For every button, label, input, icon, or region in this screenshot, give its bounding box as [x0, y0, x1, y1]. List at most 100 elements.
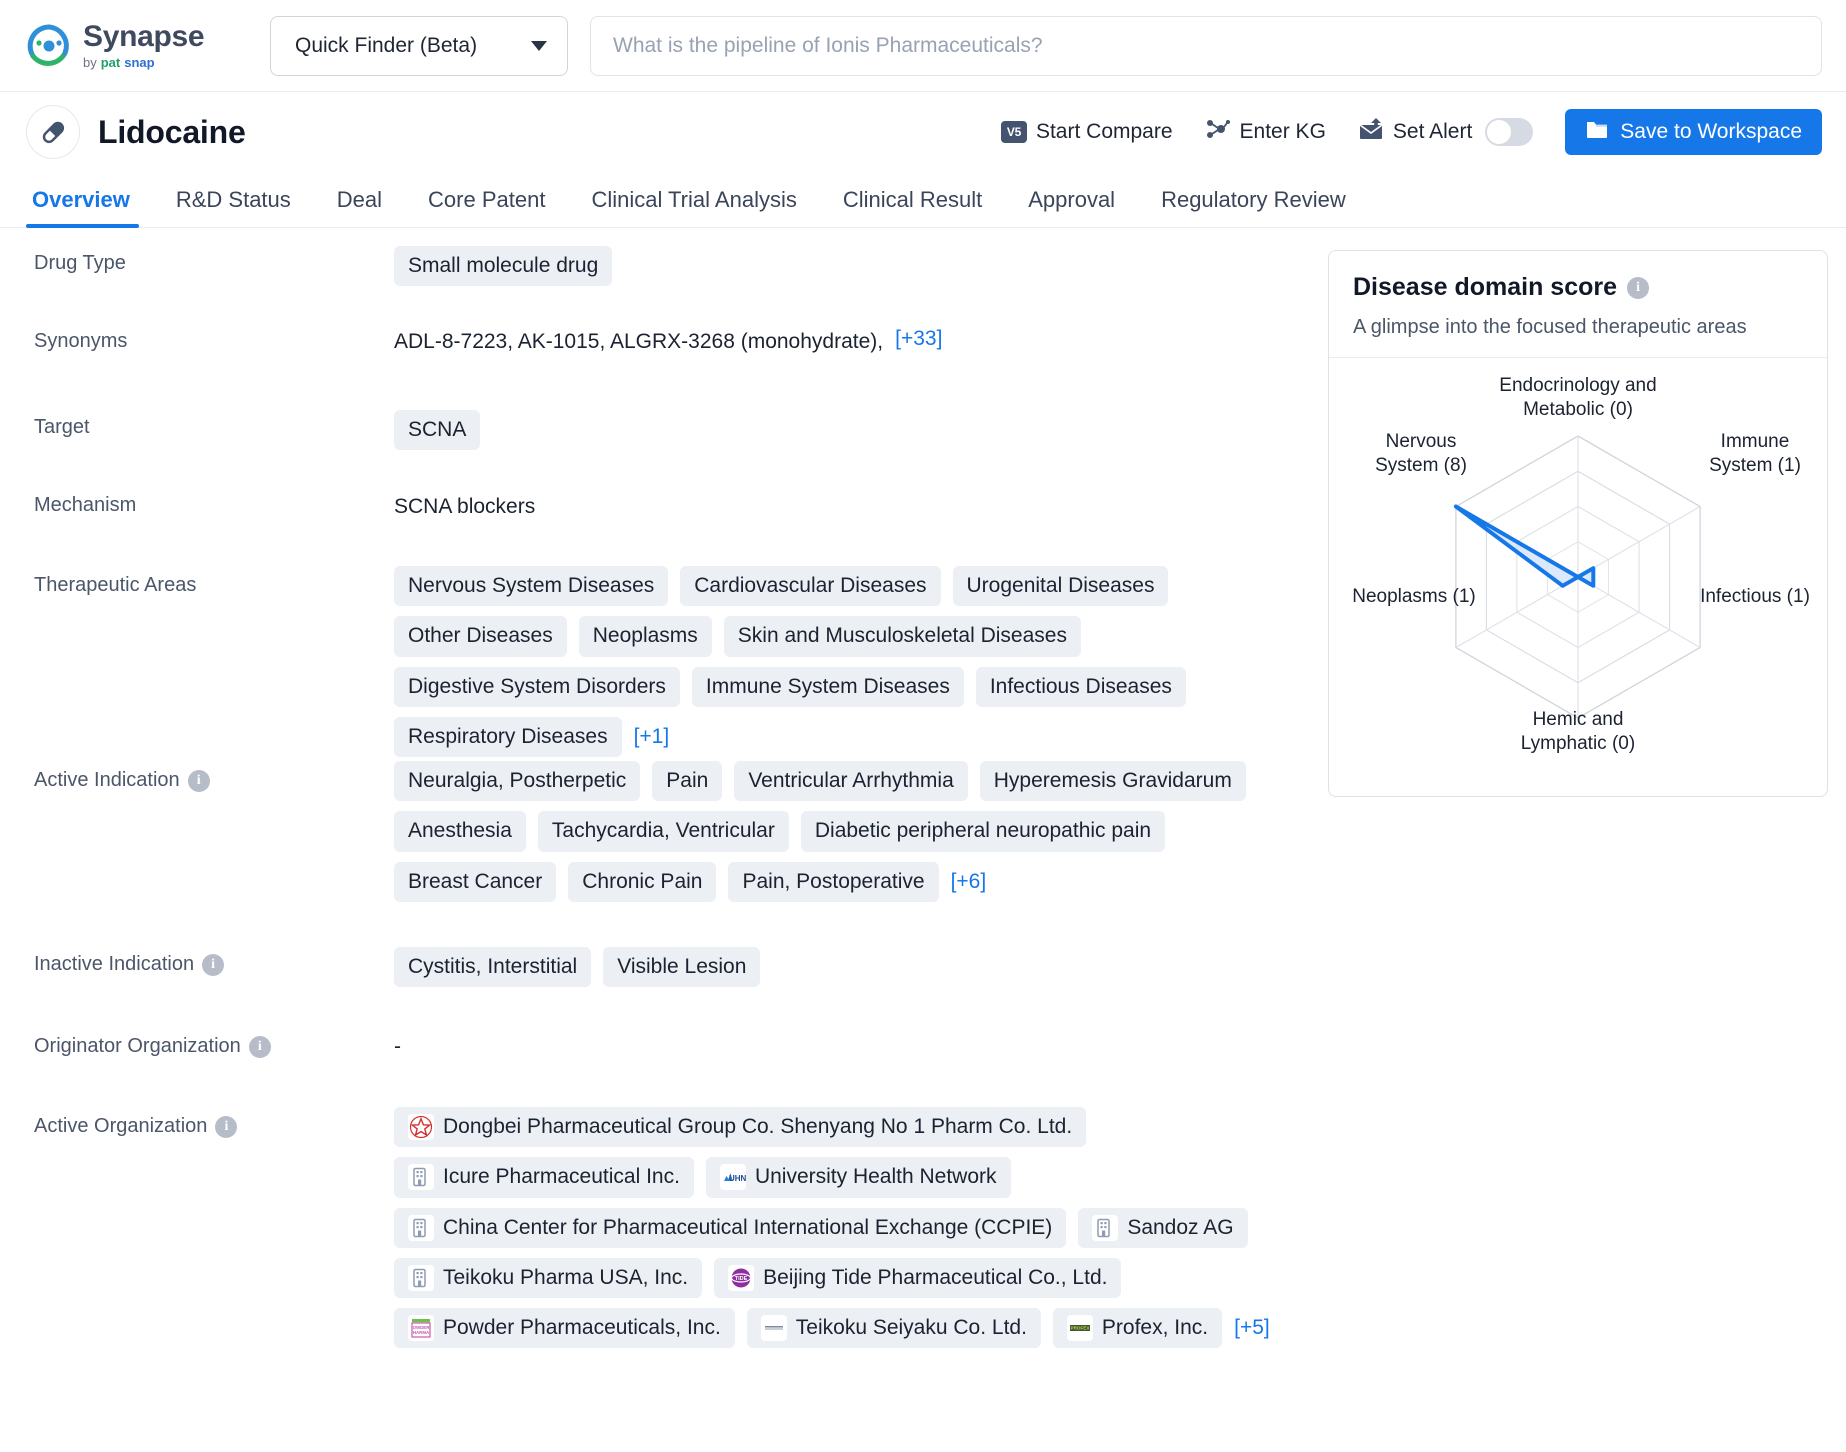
- radar-label-hemic-lymphatic: Hemic and Lymphatic (0): [1520, 709, 1636, 754]
- chip[interactable]: Pain, Postoperative: [728, 861, 939, 902]
- quick-finder-dropdown[interactable]: Quick Finder (Beta): [270, 15, 568, 76]
- save-to-workspace-label: Save to Workspace: [1620, 120, 1802, 143]
- chip[interactable]: Cystitis, Interstitial: [394, 947, 592, 988]
- organization-name: Beijing Tide Pharmaceutical Co., Ltd.: [763, 1265, 1108, 1289]
- tab-deal[interactable]: Deal: [314, 187, 405, 227]
- field-drug-type: Drug Type Small molecule drug: [34, 242, 1320, 320]
- chip[interactable]: Other Diseases: [394, 616, 567, 657]
- tab-regulatory-review[interactable]: Regulatory Review: [1138, 187, 1369, 227]
- powder-pharma-logo-icon: OWDER HARMA: [408, 1315, 434, 1342]
- card-title-text: Disease domain score: [1353, 273, 1618, 301]
- chip[interactable]: Digestive System Disorders: [394, 666, 680, 707]
- knowledge-graph-icon: [1205, 117, 1231, 147]
- info-icon[interactable]: i: [1627, 276, 1650, 299]
- organization-chip[interactable]: Sandoz AG: [1078, 1207, 1248, 1248]
- top-bar: Synapse by pat snap Quick Finder (Beta): [0, 0, 1846, 92]
- active-indication-more-link[interactable]: [+6]: [951, 870, 987, 894]
- chip[interactable]: Skin and Musculoskeletal Diseases: [723, 616, 1081, 657]
- svg-text:UHN: UHN: [729, 1174, 746, 1183]
- pill-icon: [26, 105, 80, 159]
- chip[interactable]: Nervous System Diseases: [394, 566, 669, 607]
- set-alert-control[interactable]: Set Alert: [1358, 117, 1534, 147]
- organization-chip[interactable]: Dongbei Pharmaceutical Group Co. Shenyan…: [394, 1107, 1087, 1148]
- field-label: Mechanism: [34, 494, 137, 516]
- chip[interactable]: Chronic Pain: [568, 861, 717, 902]
- chip[interactable]: SCNA: [394, 410, 481, 451]
- organization-chip[interactable]: UHN University Health Network: [705, 1157, 1011, 1198]
- field-label: Originator Organization i: [34, 1025, 394, 1058]
- quick-finder-label: Quick Finder (Beta): [295, 33, 478, 57]
- radar-label-infectious: Infectious (1): [1700, 586, 1810, 607]
- generic-building-icon: [408, 1264, 434, 1291]
- field-synonyms: Synonyms ADL-8-7223, AK-1015, ALGRX-3268…: [34, 320, 1320, 406]
- organization-chip[interactable]: Teikoku Seiyaku Co. Ltd.: [746, 1308, 1041, 1349]
- organization-chip[interactable]: TIDE Beijing Tide Pharmaceutical Co., Lt…: [714, 1257, 1122, 1298]
- svg-text:HARMA: HARMA: [413, 1330, 430, 1335]
- folder-icon: [1585, 118, 1609, 146]
- brand-logo-block[interactable]: Synapse by pat snap: [26, 22, 240, 69]
- info-icon[interactable]: i: [248, 1035, 271, 1058]
- organization-chip[interactable]: PROFEX Profex, Inc.: [1052, 1308, 1223, 1349]
- organization-chip[interactable]: China Center for Pharmaceutical Internat…: [394, 1207, 1067, 1248]
- active-organization-more-link[interactable]: [+5]: [1234, 1316, 1270, 1340]
- field-mechanism: Mechanism SCNA blockers: [34, 484, 1320, 562]
- chip[interactable]: Diabetic peripheral neuropathic pain: [800, 811, 1166, 852]
- chevron-down-icon: [531, 40, 547, 51]
- chip[interactable]: Neuralgia, Postherpetic: [394, 761, 641, 802]
- v5-badge-icon: V5: [1000, 121, 1027, 143]
- chip[interactable]: Urogenital Diseases: [952, 566, 1169, 607]
- chip[interactable]: Breast Cancer: [394, 861, 557, 902]
- field-label-text: Inactive Indication: [34, 953, 195, 975]
- synonyms-text: ADL-8-7223, AK-1015, ALGRX-3268 (monohyd…: [394, 330, 884, 353]
- field-label: Drug Type: [34, 252, 126, 274]
- side-panel: Disease domain score i A glimpse into th…: [1320, 228, 1828, 1348]
- field-active-indication: Active Indication i Neuralgia, Postherpe…: [34, 757, 1320, 943]
- set-alert-toggle[interactable]: [1485, 118, 1534, 146]
- field-label: Active Organization i: [34, 1103, 394, 1138]
- organization-name: Sandoz AG: [1127, 1215, 1234, 1239]
- tab-rd-status[interactable]: R&D Status: [153, 187, 314, 227]
- radar-label-neoplasms: Neoplasms (1): [1352, 586, 1476, 607]
- enter-kg-button[interactable]: Enter KG: [1205, 117, 1326, 147]
- field-originator-organization: Originator Organization i -: [34, 1025, 1320, 1103]
- tab-clinical-result[interactable]: Clinical Result: [820, 187, 1005, 227]
- chip[interactable]: Hyperemesis Gravidarum: [979, 761, 1246, 802]
- drug-header: Lidocaine V5 Start Compare Enter KG Set …: [0, 92, 1846, 172]
- search-input[interactable]: [590, 15, 1822, 76]
- radar-label-nervous-system: Nervous System (8): [1375, 431, 1467, 476]
- chip[interactable]: Anesthesia: [394, 811, 526, 852]
- chip[interactable]: Neoplasms: [578, 616, 712, 657]
- tab-overview[interactable]: Overview: [26, 187, 153, 228]
- chip[interactable]: Small molecule drug: [394, 246, 613, 287]
- chip[interactable]: Respiratory Diseases: [394, 716, 622, 757]
- start-compare-button[interactable]: V5 Start Compare: [1000, 120, 1173, 144]
- chip[interactable]: Immune System Diseases: [691, 666, 964, 707]
- info-icon[interactable]: i: [202, 953, 225, 976]
- svg-text:PROFEX: PROFEX: [1070, 1326, 1090, 1331]
- tab-approval[interactable]: Approval: [1005, 187, 1138, 227]
- therapeutic-areas-more-link[interactable]: [+1]: [634, 725, 670, 749]
- field-value: -: [394, 1025, 1320, 1059]
- field-active-organization: Active Organization i Dongbei Pharmaceut…: [34, 1103, 1320, 1349]
- card-subtitle: A glimpse into the focused therapeutic a…: [1353, 316, 1747, 338]
- teikoku-seiyaku-logo-icon: [760, 1315, 787, 1342]
- field-label: Inactive Indication i: [34, 943, 394, 976]
- info-icon[interactable]: i: [215, 1115, 238, 1138]
- organization-chip[interactable]: Teikoku Pharma USA, Inc.: [394, 1257, 703, 1298]
- organization-chip[interactable]: OWDER HARMA Powder Pharmaceuticals, Inc.: [394, 1308, 735, 1349]
- chip[interactable]: Tachycardia, Ventricular: [537, 811, 789, 852]
- tab-clinical-trial-analysis[interactable]: Clinical Trial Analysis: [568, 187, 819, 227]
- field-inactive-indication: Inactive Indication i Cystitis, Intersti…: [34, 943, 1320, 1025]
- chip[interactable]: Visible Lesion: [603, 947, 761, 988]
- info-icon[interactable]: i: [187, 769, 210, 792]
- organization-chip[interactable]: Icure Pharmaceutical Inc.: [394, 1157, 694, 1198]
- chip[interactable]: Cardiovascular Diseases: [680, 566, 941, 607]
- chip[interactable]: Pain: [652, 761, 723, 802]
- save-to-workspace-button[interactable]: Save to Workspace: [1565, 109, 1822, 155]
- enter-kg-label: Enter KG: [1239, 120, 1326, 143]
- mechanism-text: SCNA blockers: [394, 495, 536, 518]
- chip[interactable]: Ventricular Arrhythmia: [734, 761, 968, 802]
- chip[interactable]: Infectious Diseases: [975, 666, 1186, 707]
- tab-core-patent[interactable]: Core Patent: [405, 187, 568, 227]
- synonyms-more-link[interactable]: [+33]: [895, 327, 942, 351]
